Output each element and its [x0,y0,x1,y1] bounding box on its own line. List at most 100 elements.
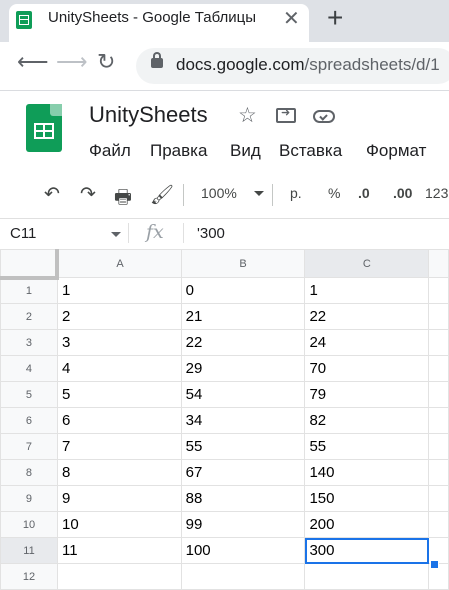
back-icon[interactable]: ⟵ [17,49,49,75]
cell[interactable]: 2 [56,303,182,330]
cell[interactable]: 34 [180,407,306,434]
cell[interactable]: 7 [56,433,182,460]
cell[interactable]: 6 [56,407,182,434]
row-header[interactable]: 8 [0,459,58,486]
name-box[interactable]: C11 [10,225,36,242]
cell[interactable]: 1 [56,277,182,304]
more-formats-button[interactable]: 123 [425,185,448,201]
cell[interactable] [428,277,449,304]
fill-handle[interactable] [430,560,439,569]
cell[interactable]: 140 [304,459,430,486]
menu-edit[interactable]: Правка [150,141,207,161]
cell[interactable]: 55 [180,433,306,460]
cell[interactable]: 11 [56,537,182,564]
row-header[interactable]: 2 [0,303,58,330]
cell[interactable]: 99 [180,511,306,538]
tab-title: UnitySheets - Google Таблицы [48,9,256,26]
row-header[interactable]: 4 [0,355,58,382]
cell[interactable]: 10 [56,511,182,538]
cell[interactable]: 100 [180,537,306,564]
cell[interactable]: 70 [304,355,430,382]
chevron-down-icon[interactable] [111,232,121,237]
cell[interactable] [180,563,306,590]
row-header[interactable]: 10 [0,511,58,538]
row-header[interactable]: 1 [0,277,58,304]
table-row: 11 11 100 300 [0,537,449,564]
column-header-c[interactable]: C [304,249,430,278]
cell[interactable]: 67 [180,459,306,486]
print-icon[interactable]: 🖶 [114,183,132,215]
paint-format-icon[interactable]: 🖌 [150,183,174,207]
url-text[interactable]: docs.google.com/spreadsheets/d/1 [176,55,440,75]
cell[interactable] [428,433,449,460]
currency-format-button[interactable]: р. [290,185,302,201]
cell[interactable]: 21 [180,303,306,330]
row-header[interactable]: 3 [0,329,58,356]
cell[interactable] [428,381,449,408]
redo-icon[interactable]: ↷ [80,183,96,206]
formula-bar-divider [183,223,184,243]
menu-file[interactable]: Файл [89,141,131,161]
sheets-logo-icon[interactable] [26,104,62,152]
row-header[interactable]: 5 [0,381,58,408]
star-icon[interactable]: ☆ [238,103,257,128]
cell[interactable]: 200 [304,511,430,538]
formula-input[interactable]: '300 [197,225,225,242]
reload-icon[interactable]: ↻ [97,49,115,75]
cell[interactable]: 0 [180,277,306,304]
chevron-down-icon[interactable] [254,191,264,196]
cell[interactable]: 4 [56,355,182,382]
column-header-b[interactable]: B [180,249,306,278]
cloud-saved-icon[interactable] [313,110,335,123]
percent-format-button[interactable]: % [328,185,340,201]
decrease-decimal-button[interactable]: .0 [358,185,370,201]
cell[interactable]: 88 [180,485,306,512]
column-header-d[interactable] [428,249,449,278]
menu-view[interactable]: Вид [230,141,261,161]
row-header[interactable]: 12 [0,563,58,590]
spreadsheet-grid: A B C 1 1 0 1 2 2 21 22 3 3 22 24 4 4 29 70 5 5 54 79 6 6 34 82… [0,249,449,590]
select-all-corner[interactable] [0,249,60,280]
cell[interactable]: 29 [180,355,306,382]
increase-decimal-button[interactable]: .00 [393,185,412,201]
cell[interactable] [428,329,449,356]
cell[interactable]: 22 [180,329,306,356]
new-tab-button[interactable]: + [327,2,343,34]
cell[interactable] [428,485,449,512]
cell[interactable]: 9 [56,485,182,512]
row-header[interactable]: 7 [0,433,58,460]
move-to-folder-icon[interactable] [276,106,296,123]
cell[interactable]: 150 [304,485,430,512]
cell[interactable]: 54 [180,381,306,408]
zoom-select[interactable]: 100% [201,185,237,201]
row-header[interactable]: 6 [0,407,58,434]
cell[interactable]: 82 [304,407,430,434]
selected-cell[interactable]: 300 [304,537,430,564]
cell[interactable]: 55 [304,433,430,460]
column-header-a[interactable]: A [56,249,182,278]
menu-format[interactable]: Формат [366,141,426,161]
undo-icon[interactable]: ↶ [44,183,60,206]
row-header[interactable]: 11 [0,537,58,564]
row-header[interactable]: 9 [0,485,58,512]
table-row: 1101 [0,277,449,304]
tab-close-icon[interactable]: ✕ [283,6,300,31]
cell[interactable] [304,563,430,590]
forward-icon[interactable]: ⟶ [56,49,88,75]
cell[interactable]: 8 [56,459,182,486]
cell[interactable] [428,407,449,434]
cell[interactable] [428,511,449,538]
cell[interactable] [56,563,182,590]
cell[interactable] [428,459,449,486]
cell[interactable]: 24 [304,329,430,356]
document-title[interactable]: UnitySheets [89,102,208,128]
cell[interactable] [428,355,449,382]
menu-insert[interactable]: Вставка [279,141,342,161]
cell[interactable]: 3 [56,329,182,356]
cell[interactable]: 22 [304,303,430,330]
cell[interactable]: 5 [56,381,182,408]
lock-icon[interactable] [151,52,163,68]
cell[interactable] [428,303,449,330]
cell[interactable]: 1 [304,277,430,304]
cell[interactable]: 79 [304,381,430,408]
